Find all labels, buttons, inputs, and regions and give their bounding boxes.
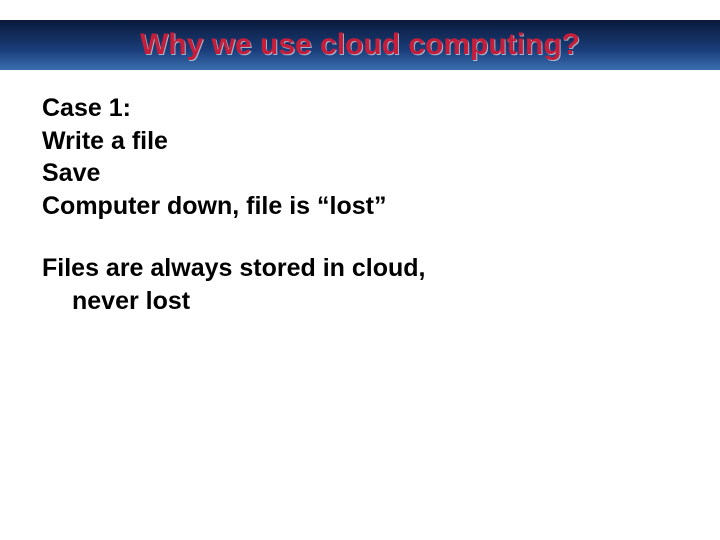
case-line-3: Save xyxy=(42,157,660,190)
case-line-4: Computer down, file is “lost” xyxy=(42,190,660,223)
statement-line-1: Files are always stored in cloud, xyxy=(42,252,660,285)
case-line-2: Write a file xyxy=(42,125,660,158)
slide: Why we use cloud computing? Case 1: Writ… xyxy=(0,0,720,540)
body-content: Case 1: Write a file Save Computer down,… xyxy=(42,92,660,317)
case-line-1: Case 1: xyxy=(42,92,660,125)
slide-title: Why we use cloud computing? xyxy=(0,20,720,70)
spacer xyxy=(42,222,660,252)
statement-line-2: never lost xyxy=(42,285,660,318)
